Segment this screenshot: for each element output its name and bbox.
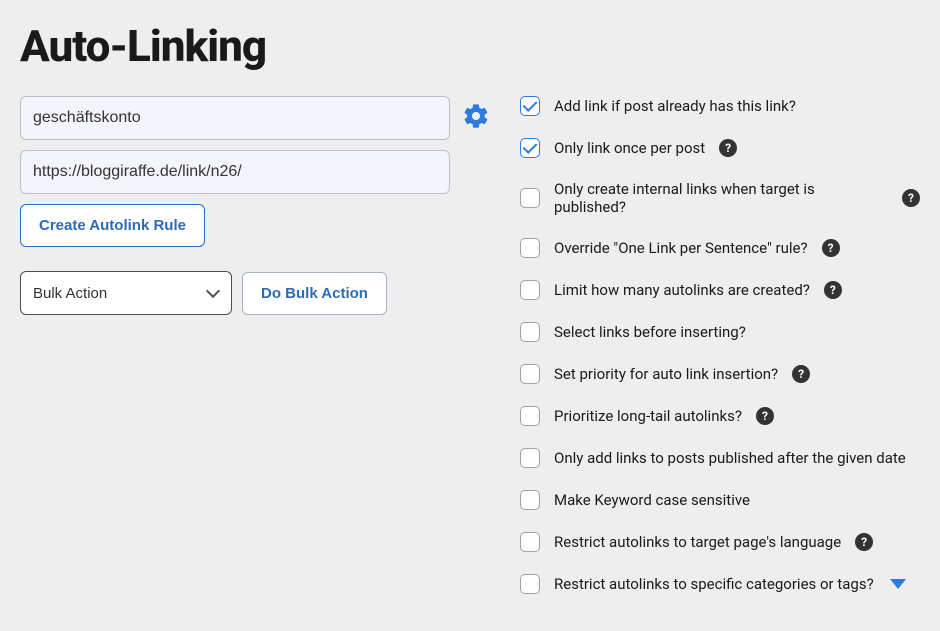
option-label: Restrict autolinks to specific categorie… bbox=[554, 575, 874, 593]
option-row: Add link if post already has this link? bbox=[520, 96, 920, 116]
help-icon[interactable]: ? bbox=[756, 407, 774, 425]
option-row: Only link once per post? bbox=[520, 138, 920, 158]
option-checkbox[interactable] bbox=[520, 96, 540, 116]
help-icon[interactable]: ? bbox=[902, 189, 920, 207]
left-column: Create Autolink Rule Bulk Action Do Bulk… bbox=[20, 96, 500, 594]
option-row: Override "One Link per Sentence" rule?? bbox=[520, 238, 920, 258]
options-column: Add link if post already has this link? O… bbox=[520, 96, 920, 594]
keyword-input[interactable] bbox=[20, 96, 450, 140]
option-checkbox[interactable] bbox=[520, 322, 540, 342]
option-label: Only link once per post bbox=[554, 139, 705, 157]
option-row: Restrict autolinks to specific categorie… bbox=[520, 574, 920, 594]
option-row: Restrict autolinks to target page's lang… bbox=[520, 532, 920, 552]
option-label: Prioritize long-tail autolinks? bbox=[554, 407, 742, 425]
option-checkbox[interactable] bbox=[520, 280, 540, 300]
option-row: Only create internal links when target i… bbox=[520, 180, 920, 216]
option-label: Only create internal links when target i… bbox=[554, 180, 888, 216]
option-label: Only add links to posts published after … bbox=[554, 449, 906, 467]
help-icon[interactable]: ? bbox=[719, 139, 737, 157]
option-label: Set priority for auto link insertion? bbox=[554, 365, 778, 383]
option-checkbox[interactable] bbox=[520, 238, 540, 258]
option-checkbox[interactable] bbox=[520, 532, 540, 552]
option-label: Restrict autolinks to target page's lang… bbox=[554, 533, 841, 551]
option-row: Limit how many autolinks are created?? bbox=[520, 280, 920, 300]
option-checkbox[interactable] bbox=[520, 364, 540, 384]
option-row: Only add links to posts published after … bbox=[520, 448, 920, 468]
option-label: Select links before inserting? bbox=[554, 323, 746, 341]
option-checkbox[interactable] bbox=[520, 138, 540, 158]
option-checkbox[interactable] bbox=[520, 448, 540, 468]
page-title: Auto-Linking bbox=[20, 20, 920, 72]
option-label: Add link if post already has this link? bbox=[554, 97, 796, 115]
option-label: Make Keyword case sensitive bbox=[554, 491, 750, 509]
help-icon[interactable]: ? bbox=[792, 365, 810, 383]
option-row: Select links before inserting? bbox=[520, 322, 920, 342]
option-row: Make Keyword case sensitive bbox=[520, 490, 920, 510]
create-autolink-button[interactable]: Create Autolink Rule bbox=[20, 204, 205, 247]
option-checkbox[interactable] bbox=[520, 406, 540, 426]
help-icon[interactable]: ? bbox=[822, 239, 840, 257]
url-input[interactable] bbox=[20, 150, 450, 194]
chevron-down-icon[interactable] bbox=[890, 579, 906, 589]
option-row: Set priority for auto link insertion?? bbox=[520, 364, 920, 384]
bulk-action-select[interactable]: Bulk Action bbox=[20, 271, 232, 315]
help-icon[interactable]: ? bbox=[855, 533, 873, 551]
option-label: Override "One Link per Sentence" rule? bbox=[554, 239, 808, 257]
option-checkbox[interactable] bbox=[520, 188, 540, 208]
do-bulk-action-button[interactable]: Do Bulk Action bbox=[242, 272, 387, 315]
option-checkbox[interactable] bbox=[520, 574, 540, 594]
option-checkbox[interactable] bbox=[520, 490, 540, 510]
gear-icon[interactable] bbox=[462, 102, 490, 134]
option-row: Prioritize long-tail autolinks?? bbox=[520, 406, 920, 426]
help-icon[interactable]: ? bbox=[824, 281, 842, 299]
option-label: Limit how many autolinks are created? bbox=[554, 281, 810, 299]
